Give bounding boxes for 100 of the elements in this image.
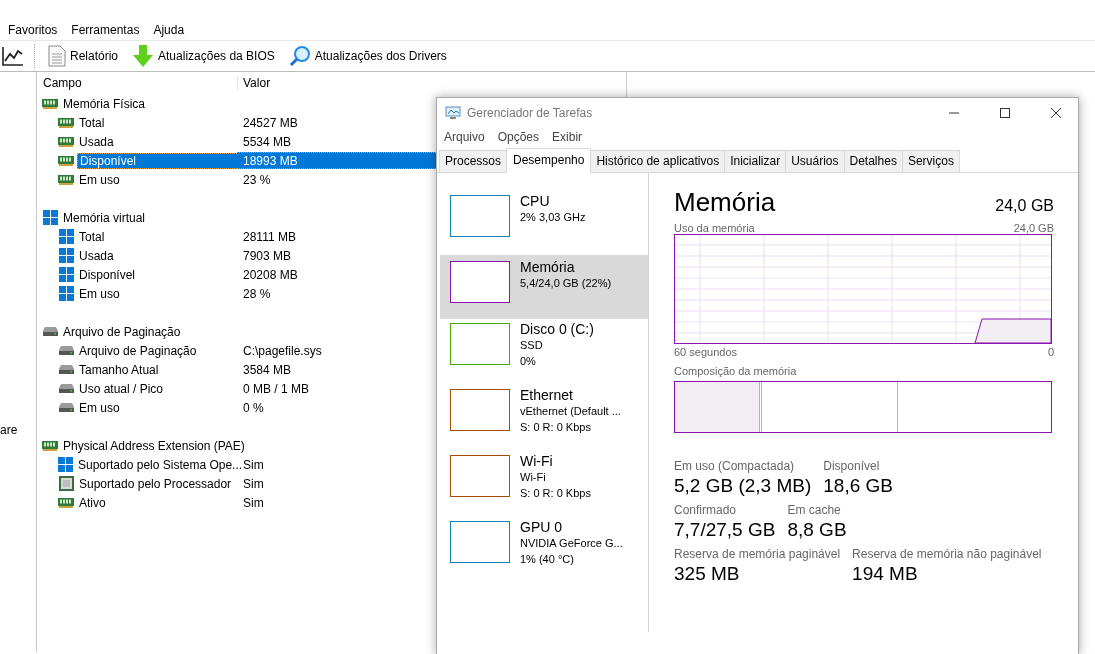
hard-drive-icon [58, 384, 74, 393]
line-chart-icon[interactable] [2, 46, 24, 66]
field-name[interactable]: Ativo [77, 494, 108, 511]
maximize-icon[interactable] [998, 107, 1011, 119]
column-header[interactable]: Campo [37, 76, 237, 90]
processor-chip-icon [58, 476, 74, 491]
stat-label: Em uso (Compactada) [674, 459, 796, 473]
field-value: 28 % [243, 286, 271, 301]
resource-detail: Wi-Fi [520, 470, 547, 485]
menu-item[interactable]: Exibir [552, 130, 583, 144]
stat-label: Confirmado [674, 503, 738, 517]
field-value: 0 MB / 1 MB [243, 381, 310, 396]
field-name[interactable]: Uso atual / Pico [77, 380, 166, 397]
menu-item[interactable]: Ajuda [153, 23, 192, 40]
field-name[interactable]: Tamanho Atual [77, 361, 161, 378]
hard-drive-icon [58, 346, 74, 355]
field-name[interactable]: Disponível [77, 266, 138, 283]
resource-name: CPU [520, 193, 551, 209]
graph-axis-label: 60 segundos [674, 346, 737, 358]
field-name[interactable]: Em uso [77, 285, 122, 302]
monitor-chart-icon [445, 106, 461, 120]
field-value: 28111 MB [243, 229, 296, 244]
stat-label: Em cache [787, 503, 842, 517]
stat-label: Reserva de memória não paginável [852, 547, 1042, 561]
field-name[interactable]: Usada [77, 133, 116, 150]
resource-name: Ethernet [520, 387, 574, 403]
resource-item[interactable]: Disco 0 (C:) SSD 0% [440, 321, 648, 381]
windows-logo-icon [58, 248, 74, 263]
stat-value: 194 MB [852, 562, 919, 586]
resource-item[interactable]: Wi-Fi Wi-Fi S: 0 R: 0 Kbps [440, 453, 648, 513]
stat-value: 325 MB [674, 562, 741, 586]
field-value: 23 % [243, 172, 271, 187]
tab[interactable]: Detalhes [843, 150, 903, 172]
menu-item[interactable]: Arquivo [444, 130, 485, 144]
windows-logo-icon [58, 286, 74, 301]
toolbar-button[interactable]: Atualizações da BIOS [129, 43, 278, 69]
field-name[interactable]: Usada [77, 247, 116, 264]
resource-name: Memória [520, 259, 576, 275]
field-name[interactable]: Arquivo de Paginação [77, 342, 199, 359]
resource-name: Wi-Fi [520, 453, 554, 469]
field-name[interactable]: Em uso [77, 399, 122, 416]
windows-logo-icon [42, 210, 58, 225]
group-label: Memória Física [62, 95, 146, 112]
resource-item[interactable]: Ethernet vEthernet (Default ... S: 0 R: 0 Kbps [440, 387, 648, 447]
field-name[interactable]: Total [77, 114, 107, 131]
resource-item[interactable]: CPU 2% 3,03 GHz [440, 193, 648, 253]
resource-detail: S: 0 R: 0 Kbps [520, 420, 592, 435]
resource-item[interactable]: GPU 0 NVIDIA GeForce G... 1% (40 °C) [440, 519, 648, 579]
window-title: Gerenciador de Tarefas [467, 106, 593, 120]
field-name[interactable]: Suportado pelo Processador [77, 475, 234, 492]
group-label: Physical Address Extension (PAE) [62, 437, 246, 454]
field-value: C:\pagefile.sys [243, 343, 322, 358]
total-memory: 24,0 GB [995, 197, 1054, 215]
resource-detail: 1% (40 °C) [520, 552, 575, 567]
stat-value: 18,6 GB [823, 474, 893, 498]
down-arrow-icon [132, 45, 155, 67]
field-value: Sim [243, 457, 264, 472]
hard-drive-icon [58, 365, 74, 374]
hard-drive-icon [58, 403, 74, 412]
toolbar-button[interactable]: Relatório [45, 43, 122, 69]
stat-value: 8,8 GB [787, 518, 847, 542]
document-icon [48, 45, 66, 67]
graph-label: Composição da memória [674, 365, 797, 377]
resource-detail: SSD [520, 338, 544, 353]
menu-item[interactable]: Opções [497, 130, 540, 144]
graph-max: 24,0 GB [1013, 222, 1054, 234]
field-name[interactable]: Em uso [77, 171, 122, 188]
tab[interactable]: Serviços [901, 150, 960, 172]
stat-value: 5,2 GB (2,3 MB) [674, 474, 812, 498]
field-value: 3584 MB [243, 362, 292, 377]
graph-axis-label: 0 [1047, 346, 1054, 358]
column-header[interactable]: Valor [237, 76, 626, 90]
tab[interactable]: Usuários [785, 150, 845, 172]
memory-module-icon [58, 117, 74, 128]
close-icon[interactable] [1049, 107, 1062, 119]
field-name[interactable]: Suportado pelo Sistema Ope... [76, 456, 245, 473]
menu-item[interactable]: Ferramentas [71, 23, 147, 40]
stat-label: Reserva de memória paginável [674, 547, 841, 561]
memory-module-icon [58, 136, 74, 147]
memory-module-icon [58, 497, 74, 508]
field-name[interactable]: Total [77, 228, 107, 245]
field-value: 7903 MB [243, 248, 292, 263]
windows-logo-icon [58, 457, 73, 472]
resource-detail: vEthernet (Default ... [520, 404, 621, 419]
hard-drive-icon [42, 327, 58, 336]
windows-logo-icon [58, 267, 74, 282]
windows-logo-icon [58, 229, 74, 244]
toolbar-button[interactable]: Atualizações dos Drivers [285, 43, 450, 69]
menu-item[interactable]: Favoritos [8, 23, 65, 40]
field-value: Sim [243, 495, 264, 510]
section-title: Memória [674, 187, 776, 218]
resource-detail: S: 0 R: 0 Kbps [520, 486, 591, 501]
memory-module-icon [58, 174, 74, 185]
resource-detail: 5,4/24,0 GB (22%) [520, 276, 612, 291]
resource-detail: 2% 3,03 GHz [520, 210, 586, 225]
field-value: Sim [243, 476, 264, 491]
field-value: 24527 MB [243, 115, 298, 130]
resource-item[interactable]: Memória 5,4/24,0 GB (22%) [440, 255, 648, 319]
tab[interactable]: Inicializar [724, 150, 787, 172]
tab[interactable]: Histórico de aplicativos [590, 150, 726, 172]
